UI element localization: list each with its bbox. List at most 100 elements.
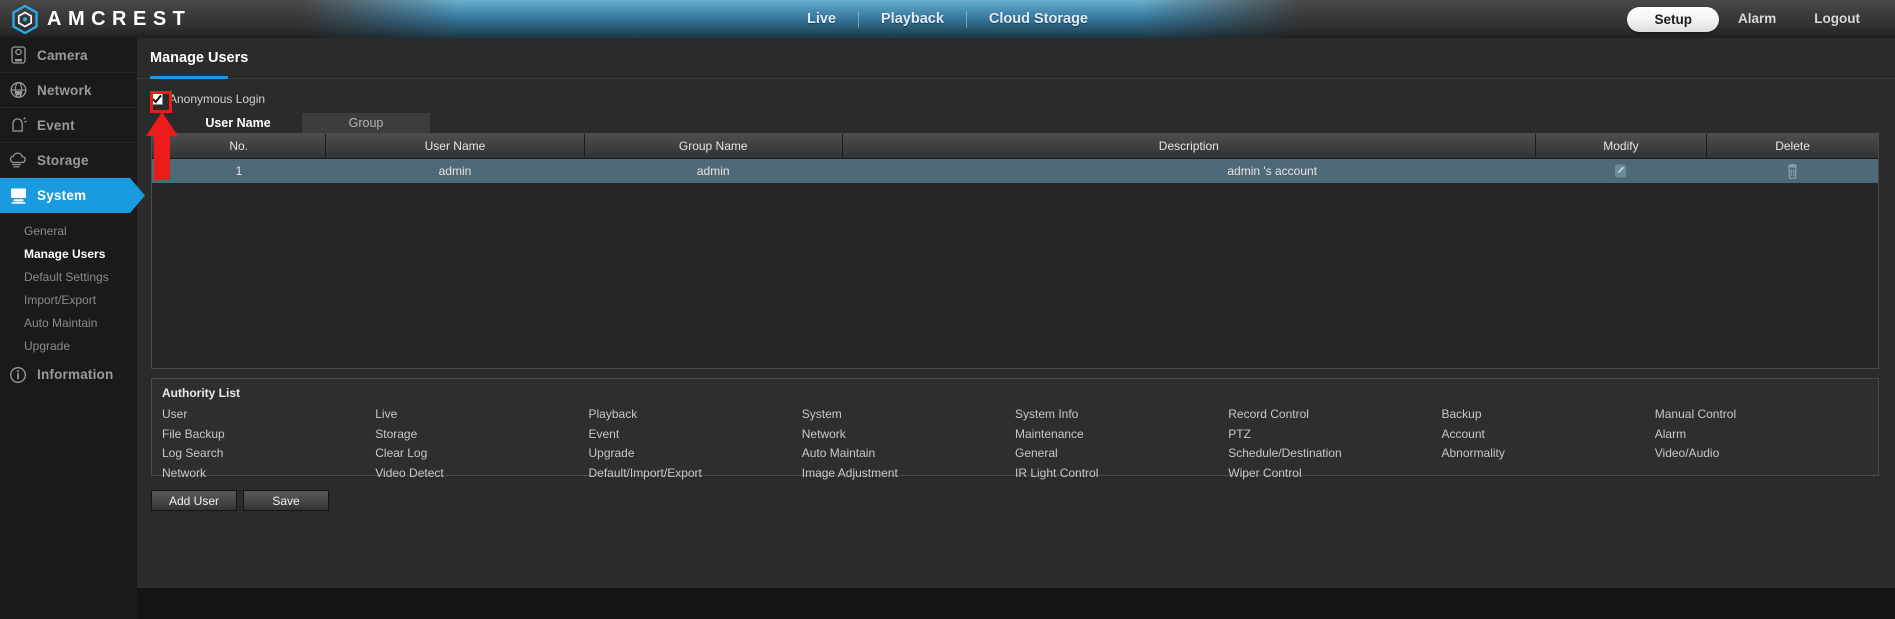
setup-button[interactable]: Setup — [1627, 7, 1719, 32]
storage-cloud-icon — [5, 149, 31, 171]
tab-user-name[interactable]: User Name — [174, 113, 302, 133]
authority-item-live[interactable]: Live — [375, 406, 588, 423]
authority-item-network[interactable]: Network — [802, 426, 1015, 443]
column-header-delete: Delete — [1707, 134, 1878, 159]
alarm-button[interactable]: Alarm — [1719, 0, 1795, 38]
amcrest-web-ui: AMCREST Live Playback Cloud Storage Setu… — [0, 0, 1895, 619]
action-buttons-row: Add User Save — [151, 490, 329, 511]
logout-button[interactable]: Logout — [1795, 0, 1879, 38]
save-button[interactable]: Save — [243, 490, 329, 511]
page-title: Manage Users — [150, 50, 248, 66]
authority-item-manual-control[interactable]: Manual Control — [1655, 406, 1868, 423]
authority-item-network-2[interactable]: Network — [162, 465, 375, 482]
sidebar-subitem-label: Import/Export — [24, 293, 96, 307]
trash-delete-icon[interactable] — [1786, 164, 1799, 179]
tab-group[interactable]: Group — [302, 113, 430, 133]
authority-item-storage[interactable]: Storage — [375, 426, 588, 443]
authority-list-title: Authority List — [162, 386, 1868, 400]
authority-item-video-detect[interactable]: Video Detect — [375, 465, 588, 482]
users-table: No. User Name Group Name Description Mod… — [152, 134, 1878, 183]
authority-item-auto-maintain[interactable]: Auto Maintain — [802, 445, 1015, 462]
table-row[interactable]: 1 admin admin admin 's account — [152, 159, 1878, 184]
authority-item-file-backup[interactable]: File Backup — [162, 426, 375, 443]
authority-item-schedule-destination[interactable]: Schedule/Destination — [1228, 445, 1441, 462]
main-navigation: Live Playback Cloud Storage — [0, 0, 1895, 38]
authority-item-ptz[interactable]: PTZ — [1228, 426, 1441, 443]
network-globe-icon — [5, 79, 31, 101]
authority-item-record-control[interactable]: Record Control — [1228, 406, 1441, 423]
authority-item-account[interactable]: Account — [1442, 426, 1655, 443]
authority-item-abnormality[interactable]: Abnormality — [1442, 445, 1655, 462]
authority-item-general[interactable]: General — [1015, 445, 1228, 462]
sidebar-subitem-upgrade[interactable]: Upgrade — [0, 334, 137, 357]
users-table-container: No. User Name Group Name Description Mod… — [151, 133, 1879, 369]
authority-items-grid: User Live Playback System System Info Re… — [162, 406, 1868, 481]
sidebar-subitem-label: Default Settings — [24, 270, 109, 284]
authority-item-ir-light-control[interactable]: IR Light Control — [1015, 465, 1228, 482]
sidebar-subitem-default-settings[interactable]: Default Settings — [0, 265, 137, 288]
column-header-user-name: User Name — [326, 134, 584, 159]
main-content-panel: Manage Users Anonymous Login User Name G… — [137, 38, 1895, 588]
sidebar-subitem-label: Auto Maintain — [24, 316, 97, 330]
authority-item-playback[interactable]: Playback — [589, 406, 802, 423]
sidebar-item-label: System — [37, 188, 86, 203]
sidebar-item-network[interactable]: Network — [0, 73, 137, 108]
authority-item-default-import-export[interactable]: Default/Import/Export — [589, 465, 802, 482]
sidebar-subitem-label: Manage Users — [24, 247, 105, 261]
cell-group-name: admin — [584, 159, 842, 184]
sidebar-item-label: Network — [37, 83, 92, 98]
authority-item-maintenance[interactable]: Maintenance — [1015, 426, 1228, 443]
column-header-group-name: Group Name — [584, 134, 842, 159]
sidebar-item-information[interactable]: Information — [0, 357, 137, 392]
nav-item-cloud-storage[interactable]: Cloud Storage — [967, 0, 1110, 38]
anonymous-login-checkbox[interactable] — [151, 93, 163, 105]
authority-item-backup[interactable]: Backup — [1442, 406, 1655, 423]
anonymous-login-row: Anonymous Login — [151, 92, 265, 106]
anonymous-login-label: Anonymous Login — [169, 92, 265, 106]
event-bell-icon — [5, 114, 31, 136]
add-user-button[interactable]: Add User — [151, 490, 237, 511]
sidebar-subitem-label: Upgrade — [24, 339, 70, 353]
authority-item-system[interactable]: System — [802, 406, 1015, 423]
authority-item-alarm[interactable]: Alarm — [1655, 426, 1868, 443]
column-header-modify: Modify — [1535, 134, 1706, 159]
pencil-edit-icon[interactable] — [1614, 164, 1627, 178]
authority-item-user[interactable]: User — [162, 406, 375, 423]
sidebar-item-label: Information — [37, 367, 113, 382]
column-header-description: Description — [842, 134, 1535, 159]
sidebar-item-event[interactable]: Event — [0, 108, 137, 143]
sidebar-subitem-label: General — [24, 224, 67, 238]
sidebar-subitem-general[interactable]: General — [0, 219, 137, 242]
nav-item-live[interactable]: Live — [785, 0, 858, 38]
header-right-actions: Setup Alarm Logout — [1627, 0, 1879, 38]
active-tab-indicator — [150, 76, 228, 79]
authority-item-system-info[interactable]: System Info — [1015, 406, 1228, 423]
left-sidebar: Camera Network Event Storage — [0, 38, 137, 619]
authority-item-log-search[interactable]: Log Search — [162, 445, 375, 462]
sidebar-item-camera[interactable]: Camera — [0, 38, 137, 73]
information-icon — [5, 364, 31, 386]
sidebar-subitem-auto-maintain[interactable]: Auto Maintain — [0, 311, 137, 334]
cell-user-name: admin — [326, 159, 584, 184]
camera-icon — [5, 44, 31, 66]
table-header-row: No. User Name Group Name Description Mod… — [152, 134, 1878, 159]
authority-item-upgrade[interactable]: Upgrade — [589, 445, 802, 462]
nav-item-playback[interactable]: Playback — [859, 0, 966, 38]
sidebar-subitem-manage-users[interactable]: Manage Users — [0, 242, 137, 265]
sidebar-item-label: Storage — [37, 153, 89, 168]
authority-item-clear-log[interactable]: Clear Log — [375, 445, 588, 462]
authority-item-blank-1 — [1442, 465, 1655, 482]
authority-item-video-audio[interactable]: Video/Audio — [1655, 445, 1868, 462]
title-divider — [137, 78, 1895, 79]
cell-no: 1 — [152, 159, 326, 184]
sidebar-subitem-import-export[interactable]: Import/Export — [0, 288, 137, 311]
checkmark-icon — [152, 94, 162, 104]
authority-item-image-adjustment[interactable]: Image Adjustment — [802, 465, 1015, 482]
sidebar-item-storage[interactable]: Storage — [0, 143, 137, 178]
sidebar-submenu-system: General Manage Users Default Settings Im… — [0, 213, 137, 357]
cell-description: admin 's account — [842, 159, 1535, 184]
sidebar-item-label: Event — [37, 118, 75, 133]
authority-item-wiper-control[interactable]: Wiper Control — [1228, 465, 1441, 482]
authority-item-event[interactable]: Event — [589, 426, 802, 443]
sidebar-item-system[interactable]: System — [0, 178, 137, 213]
